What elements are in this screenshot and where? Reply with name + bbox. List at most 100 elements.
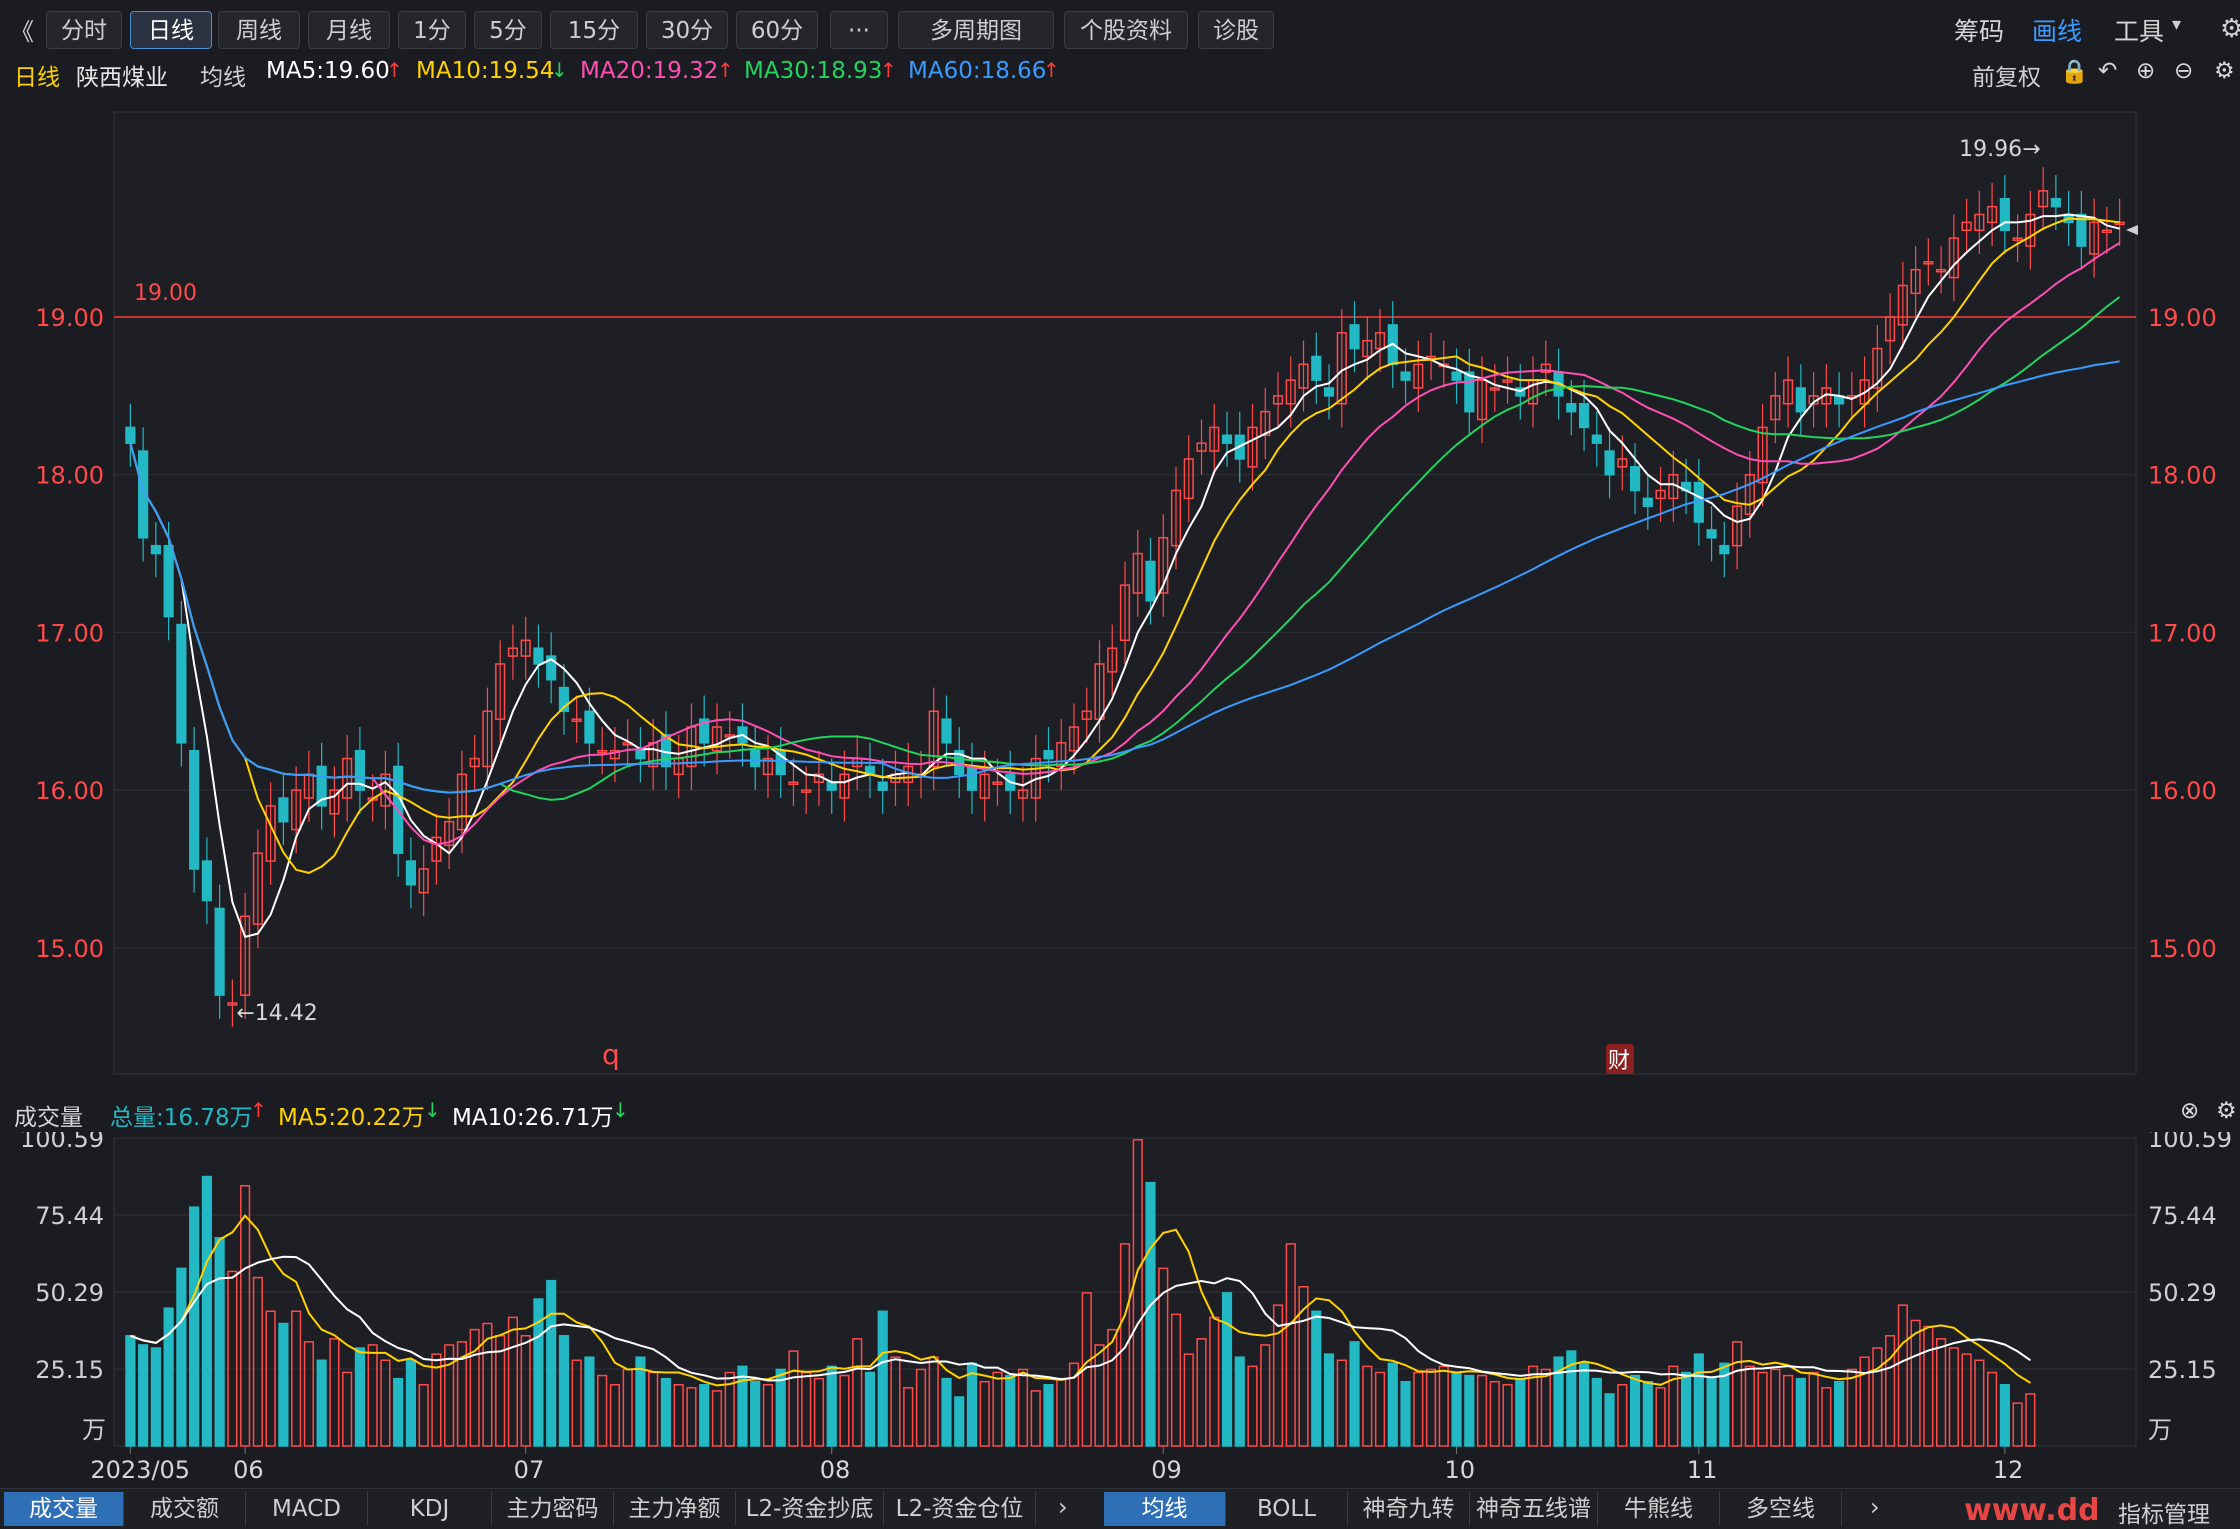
fq-toggle[interactable]: 前复权 [1972, 58, 2041, 92]
candle-body-55 [826, 781, 837, 791]
indicator-tab-6[interactable]: L2-资金抄底 [736, 1492, 884, 1526]
ma5-up-icon: ↑ [386, 58, 403, 82]
candle-body-2 [150, 544, 161, 555]
indicator-tab-0[interactable]: 成交量 [4, 1492, 124, 1526]
volume-bar-3 [163, 1307, 174, 1447]
toolbar-button-8[interactable]: 60分 [736, 11, 818, 49]
overlay-tab-5[interactable]: 多空线 [1720, 1492, 1842, 1526]
volume-bar-93 [1311, 1310, 1322, 1447]
volume-bar-15 [316, 1359, 327, 1447]
indicator-tab-4[interactable]: 主力密码 [492, 1492, 614, 1526]
candle-body-4 [176, 623, 187, 744]
toolbar-button-7[interactable]: 30分 [646, 11, 728, 49]
volume-bar-99 [1387, 1362, 1398, 1447]
tabs-left-next-icon[interactable]: › [1058, 1493, 1068, 1521]
price-tick-right-2: 17.00 [2148, 619, 2217, 647]
volume-bar-69 [1005, 1374, 1016, 1447]
undo-icon[interactable]: ↶ [2098, 58, 2117, 84]
gear-icon[interactable]: ⚙ [2220, 14, 2240, 44]
toolbar-button-6[interactable]: 15分 [550, 11, 638, 49]
zoom-out-icon[interactable]: ⊖ [2174, 58, 2193, 84]
volume-bar-59 [877, 1310, 888, 1447]
candle-body-49 [750, 749, 761, 768]
toolbar-button-2[interactable]: 周线 [218, 11, 300, 49]
settings-small-icon[interactable]: ⚙ [2214, 58, 2235, 84]
month-label-4: 09 [1151, 1456, 1182, 1484]
volume-bar-119 [1642, 1380, 1653, 1447]
candle-body-22 [405, 860, 416, 886]
volume-bar-55 [826, 1365, 837, 1447]
volume-total: 总量:16.78万 [110, 1105, 253, 1131]
volume-tick-right-2: 50.29 [2148, 1279, 2217, 1307]
volume-bar-94 [1323, 1353, 1335, 1447]
candle-body-104 [1451, 371, 1462, 381]
overlay-tab-0[interactable]: 均线 [1104, 1492, 1226, 1526]
close-indicator-icon[interactable]: ⊗ [2180, 1098, 2199, 1124]
indicator-tab-2[interactable]: MACD [246, 1492, 368, 1526]
candle-body-40 [635, 749, 646, 760]
toolbar-button-10[interactable]: 多周期图 [898, 11, 1054, 49]
volume-bar-12 [278, 1322, 289, 1447]
indicator-manage-button[interactable]: 指标管理 [2118, 1495, 2210, 1529]
overlay-tab-1[interactable]: BOLL [1226, 1492, 1348, 1526]
volume-bar-42 [660, 1377, 672, 1447]
toolbar-button-12[interactable]: 诊股 [1198, 11, 1274, 49]
toolbar-button-5[interactable]: 5分 [474, 11, 542, 49]
toolbar-button-3[interactable]: 月线 [308, 11, 390, 49]
toolbar-button-0[interactable]: 分时 [46, 11, 122, 49]
overlay-tab-3[interactable]: 神奇五线谱 [1470, 1492, 1598, 1526]
toolbar-button-9[interactable]: ··· [830, 11, 888, 49]
price-tick-left-2: 17.00 [35, 619, 104, 647]
indicator-tab-bar: 成交量 成交额 MACD KDJ 主力密码 主力净额 L2-资金抄底 L2-资金仓位 › 均线… [0, 1488, 2240, 1529]
volume-bar-66 [966, 1362, 978, 1447]
tools-dropdown-icon[interactable]: ▾ [2172, 14, 2181, 35]
volume-bar-100 [1400, 1380, 1411, 1447]
candle-body-36 [584, 710, 595, 744]
ma20-value: MA20:19.32 [580, 58, 719, 84]
indicator-tab-5[interactable]: 主力净额 [614, 1492, 736, 1526]
price-tick-left-1: 16.00 [35, 777, 104, 805]
volume-tick-left-2: 50.29 [35, 1279, 104, 1307]
volume-bar-134 [1834, 1380, 1845, 1447]
tabs-right-next-icon[interactable]: › [1870, 1493, 1880, 1521]
candle-body-151 [2050, 197, 2061, 208]
candle-body-105 [1464, 371, 1475, 413]
volume-bar-123 [1693, 1353, 1704, 1447]
volume-tick-left-3: 25.15 [35, 1356, 104, 1384]
tools-button[interactable]: 工具 [2114, 12, 2164, 48]
price-tick-right-4: 19.00 [2148, 304, 2217, 332]
ma10-value: MA10:19.54 [416, 58, 555, 84]
ma-label[interactable]: 均线 [200, 58, 246, 92]
zoom-in-icon[interactable]: ⊕ [2136, 58, 2155, 84]
ma-info-bar: 日线 陕西煤业 均线 MA5:19.60 ↑ MA10:19.54 ↓ MA20… [0, 56, 2240, 96]
volume-bar-114 [1578, 1362, 1590, 1447]
volume-bar-64 [941, 1377, 952, 1447]
volume-total-up-icon: ↑ [250, 1098, 267, 1122]
candle-body-0 [125, 426, 136, 444]
overlay-tab-2[interactable]: 神奇九转 [1348, 1492, 1470, 1526]
toolbar-button-4[interactable]: 1分 [398, 11, 466, 49]
candle-body-118 [1629, 466, 1641, 492]
toolbar-button-11[interactable]: 个股资料 [1064, 11, 1188, 49]
indicator-tab-1[interactable]: 成交额 [124, 1492, 246, 1526]
ma60-up-icon: ↑ [1043, 58, 1060, 82]
volume-title[interactable]: 成交量 [14, 1098, 83, 1132]
candle-body-115 [1591, 434, 1602, 444]
kline-chart[interactable]: 15.00 15.00 16.00 16.00 17.00 17.00 18.00 18.00… [0, 0, 2240, 1528]
chips-button[interactable]: 筹码 [1954, 12, 2004, 48]
volume-bar-118 [1629, 1374, 1641, 1447]
lock-icon[interactable]: 🔒 [2060, 58, 2089, 85]
indicator-tab-3[interactable]: KDJ [368, 1492, 492, 1526]
month-label-6: 11 [1687, 1456, 1718, 1484]
volume-bar-33 [546, 1279, 557, 1447]
top-toolbar: 《 分时 日线 周线 月线 1分 5分 15分 30分 60分 ··· 多周期图 个股资料 诊股 筹码 … [0, 0, 2240, 56]
volume-bar-22 [405, 1359, 416, 1447]
draw-button[interactable]: 画线 [2032, 12, 2082, 48]
toolbar-button-1[interactable]: 日线 [130, 11, 212, 49]
indicator-tab-7[interactable]: L2-资金仓位 [884, 1492, 1036, 1526]
candle-body-94 [1323, 387, 1335, 397]
volume-bar-6 [201, 1175, 212, 1447]
back-icon[interactable]: 《 [10, 12, 34, 47]
overlay-tab-4[interactable]: 牛熊线 [1598, 1492, 1720, 1526]
volume-settings-icon[interactable]: ⚙ [2216, 1098, 2237, 1124]
